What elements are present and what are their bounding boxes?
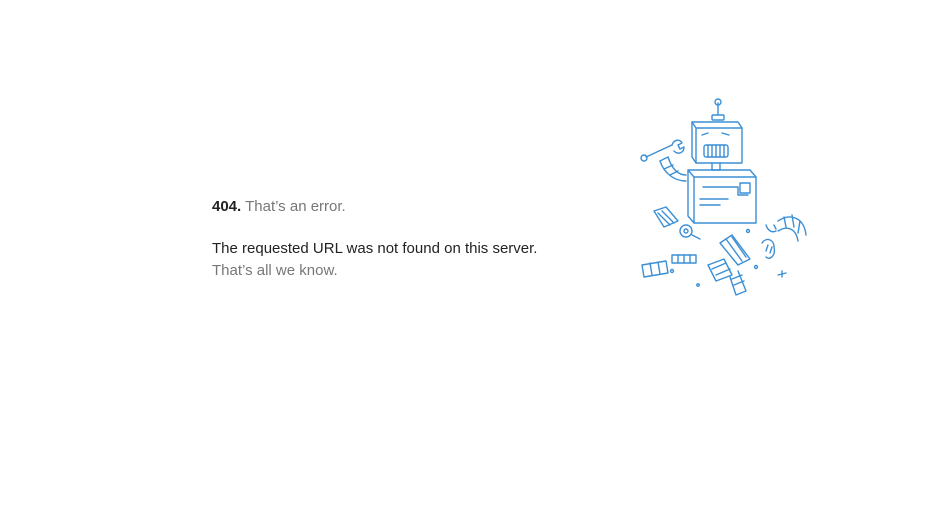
error-message-block: 404. That’s an error. The requested URL … — [212, 196, 537, 282]
broken-robot-icon — [640, 98, 807, 296]
error-heading: 404. That’s an error. — [212, 196, 537, 218]
error-message-prefix: The requested URL — [212, 240, 343, 257]
error-title: That’s an error. — [245, 198, 346, 215]
error-description: The requested URL was not found on this … — [212, 238, 537, 260]
error-page: 404. That’s an error. The requested URL … — [0, 0, 941, 506]
error-message-suffix: was not found on this server. — [346, 240, 538, 257]
error-footer: That’s all we know. — [212, 262, 338, 279]
error-code: 404. — [212, 198, 242, 215]
